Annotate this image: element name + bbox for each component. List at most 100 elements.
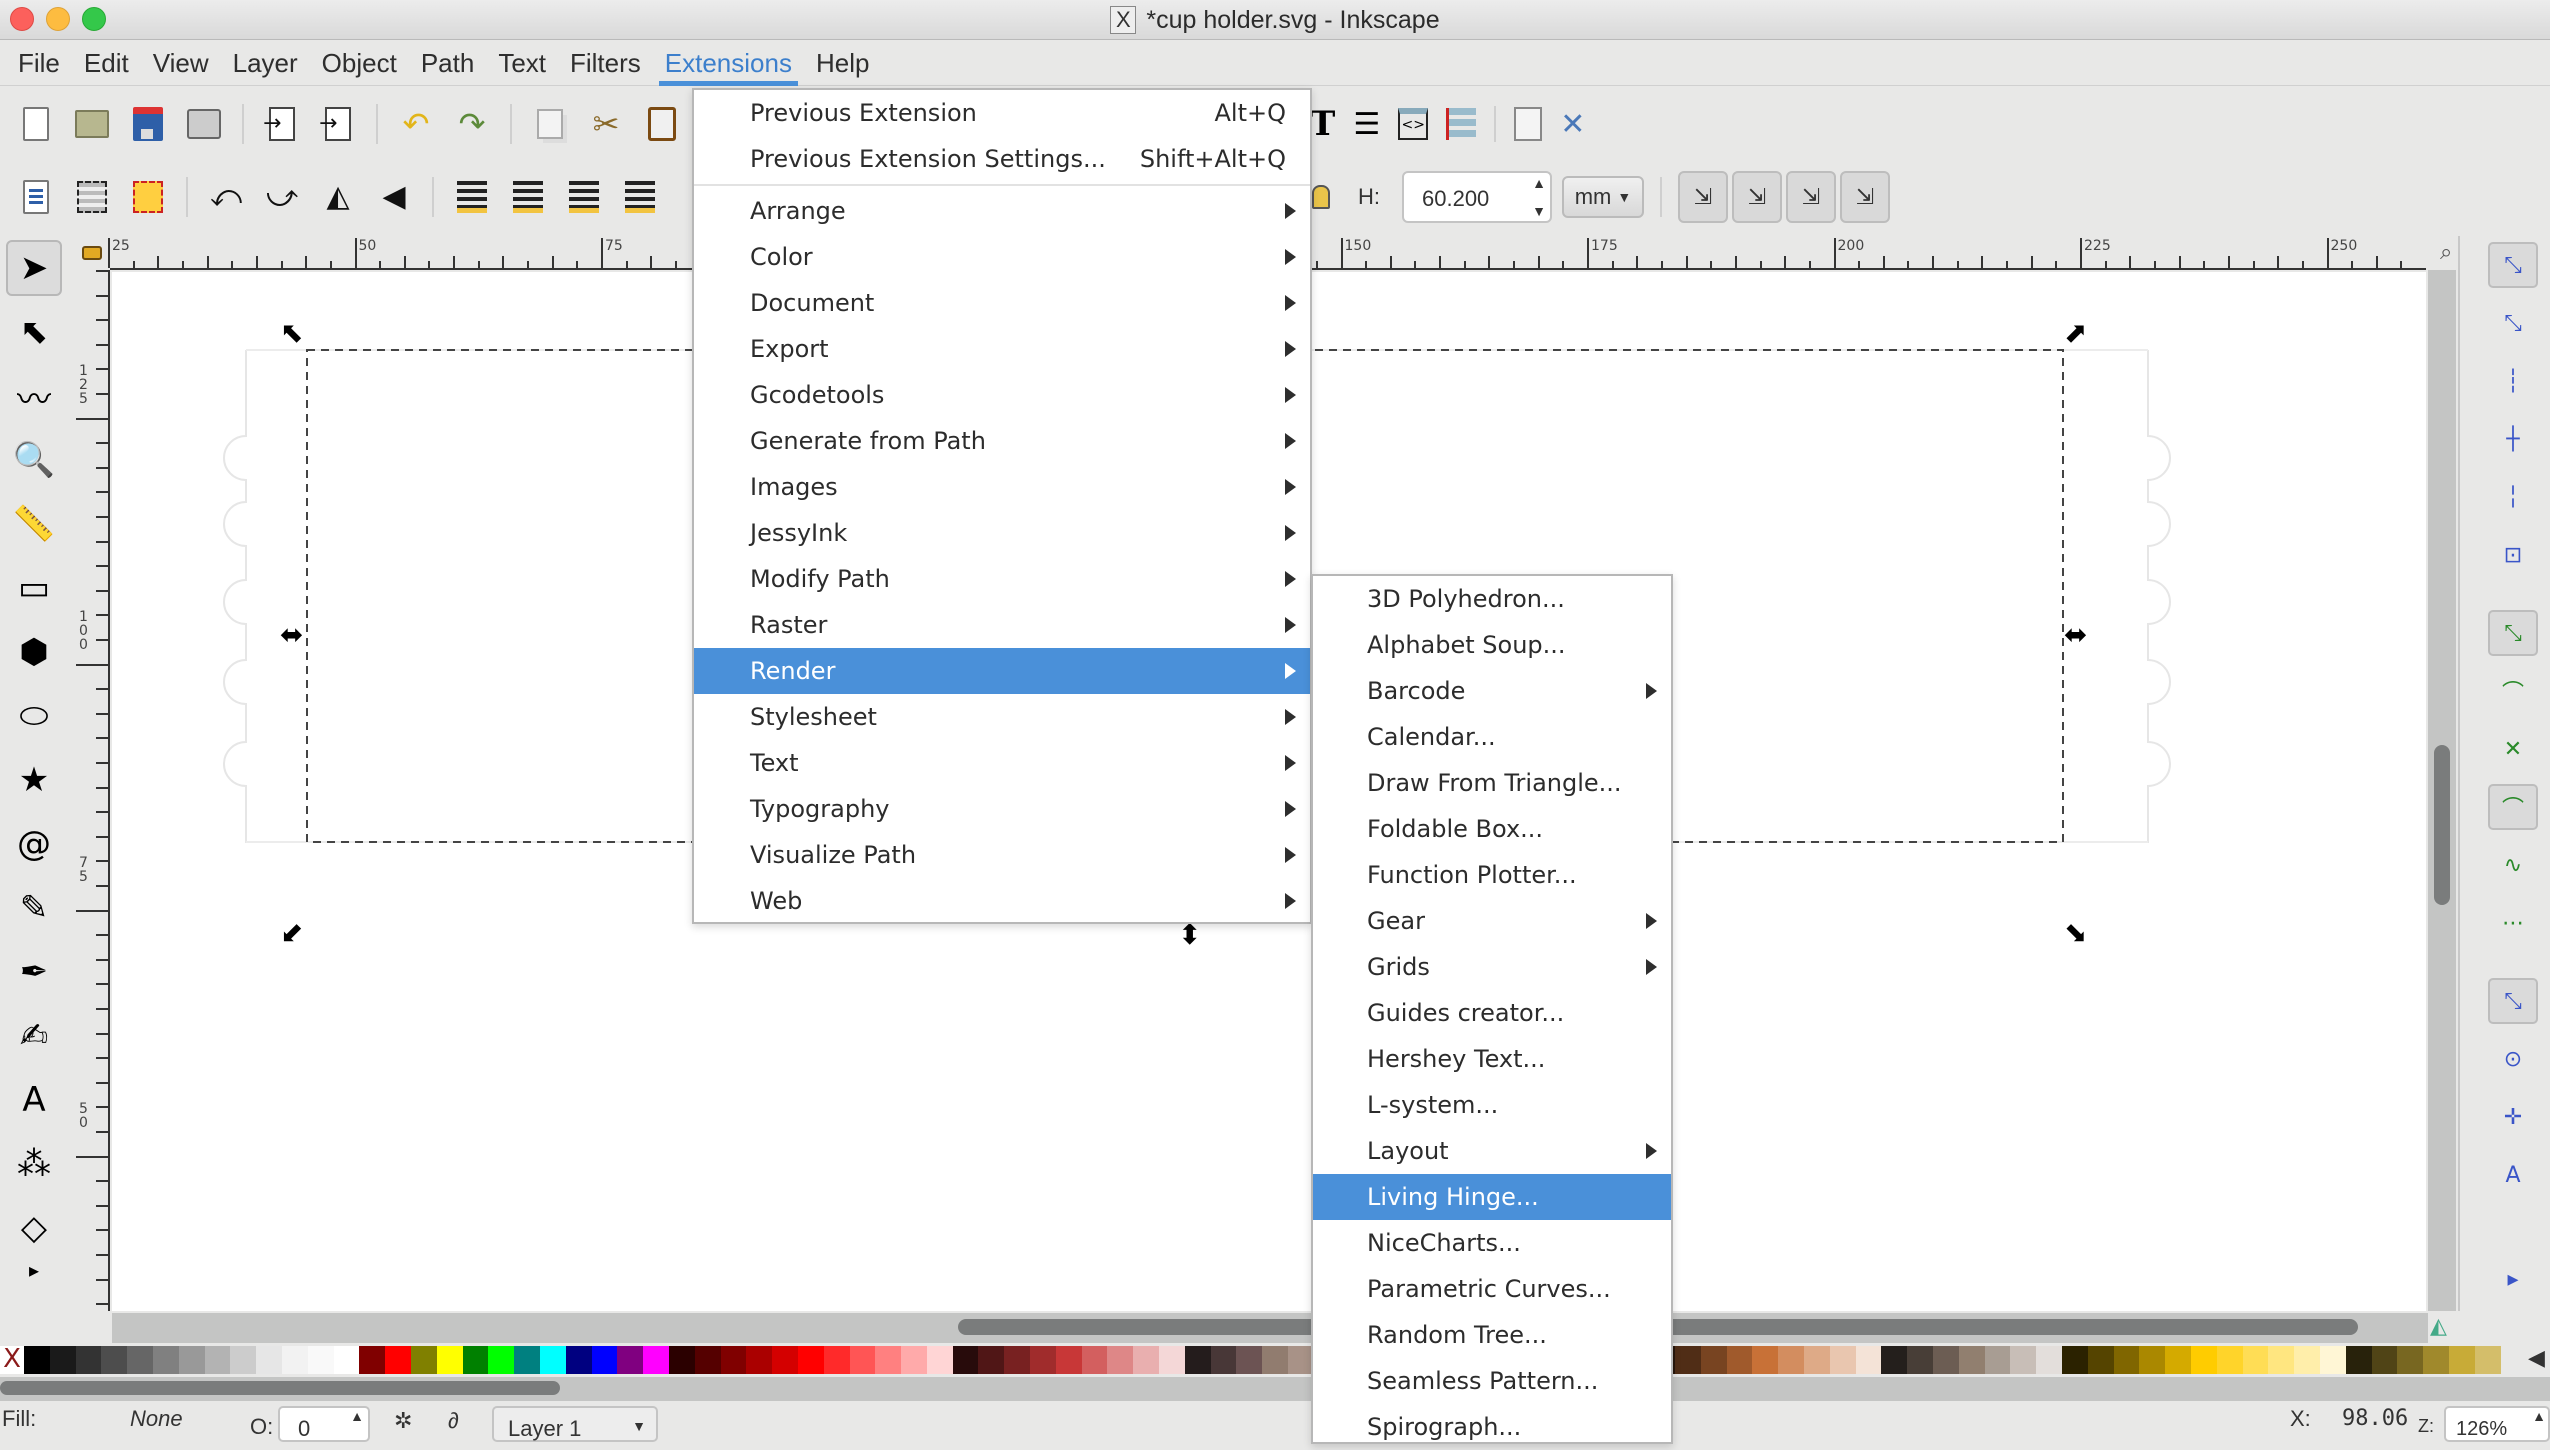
unit-select[interactable]: mm ▼ xyxy=(1562,176,1644,218)
color-swatch[interactable] xyxy=(565,1346,592,1374)
opacity-input[interactable]: 0 ▲ xyxy=(278,1406,370,1442)
color-swatch[interactable] xyxy=(1700,1346,1727,1374)
color-swatch[interactable] xyxy=(307,1346,334,1374)
flip-horizontal-icon[interactable]: ◭ xyxy=(314,173,362,221)
menu-object[interactable]: Object xyxy=(310,41,409,86)
snap-bbox-edge-icon[interactable]: ┆ xyxy=(2488,358,2538,404)
color-swatch[interactable] xyxy=(720,1346,747,1374)
color-swatch[interactable] xyxy=(1984,1346,2011,1374)
color-swatch[interactable] xyxy=(436,1346,463,1374)
color-swatch[interactable] xyxy=(1184,1346,1211,1374)
color-swatch[interactable] xyxy=(2242,1346,2269,1374)
snap-enable-icon[interactable]: ⤡ xyxy=(2488,242,2538,288)
color-swatch[interactable] xyxy=(127,1346,153,1374)
menu-path[interactable]: Path xyxy=(409,41,487,86)
color-swatch[interactable] xyxy=(2165,1346,2191,1374)
ellipse-tool-icon[interactable]: ⬭ xyxy=(6,688,62,744)
zoom-input[interactable]: 126% ▲ xyxy=(2444,1406,2550,1442)
color-swatch[interactable] xyxy=(178,1346,205,1374)
node-tool-icon[interactable]: ⬉ xyxy=(6,304,62,360)
tweak-tool-icon[interactable]: 〰 xyxy=(6,368,62,424)
color-swatch[interactable] xyxy=(926,1346,953,1374)
lock-proportions-icon[interactable] xyxy=(1312,185,1330,209)
text-tool-icon[interactable]: T xyxy=(1310,104,1335,144)
export-icon[interactable] xyxy=(314,100,362,148)
menu-item-raster[interactable]: Raster xyxy=(694,602,1310,648)
menu-item-function-plotter[interactable]: Function Plotter... xyxy=(1313,852,1671,898)
color-management-icon[interactable]: ◭ xyxy=(2430,1314,2447,1339)
color-swatch[interactable] xyxy=(1081,1346,1108,1374)
horizontal-scrollbar[interactable] xyxy=(112,1313,2428,1343)
xml-editor-icon[interactable]: <> xyxy=(1398,108,1429,140)
import-icon[interactable] xyxy=(258,100,306,148)
scale-handle-e[interactable]: ⬌ xyxy=(2064,618,2087,651)
menu-item-images[interactable]: Images xyxy=(694,464,1310,510)
scale-handle-ne[interactable]: ⬈ xyxy=(2064,316,2087,349)
menu-item-web[interactable]: Web xyxy=(694,878,1310,924)
menu-item-living-hinge[interactable]: Living Hinge... xyxy=(1313,1174,1671,1220)
lower-to-bottom-icon[interactable] xyxy=(448,173,496,221)
color-swatch[interactable] xyxy=(1004,1346,1031,1374)
menu-item-render[interactable]: Render xyxy=(694,648,1310,694)
color-swatch[interactable] xyxy=(2474,1346,2501,1374)
print-icon[interactable] xyxy=(180,100,228,148)
color-swatch[interactable] xyxy=(1726,1346,1753,1374)
deselect-icon[interactable] xyxy=(124,173,172,221)
increment-icon[interactable]: ▲ xyxy=(2532,1408,2546,1424)
color-swatch[interactable] xyxy=(1958,1346,1985,1374)
layer-select[interactable]: Layer 1 ▼ xyxy=(492,1406,658,1442)
menu-layer[interactable]: Layer xyxy=(221,41,310,86)
color-swatch[interactable] xyxy=(1829,1346,1856,1374)
scale-corners-icon[interactable]: ⇲ xyxy=(1732,171,1782,223)
vertical-ruler[interactable]: 125 100 75 50 xyxy=(75,270,110,1311)
color-swatch[interactable] xyxy=(2087,1346,2114,1374)
menu-item-parametric-curves[interactable]: Parametric Curves... xyxy=(1313,1266,1671,1312)
menu-item-arrange[interactable]: Arrange xyxy=(694,188,1310,234)
color-swatch[interactable] xyxy=(952,1346,979,1374)
star-tool-icon[interactable]: ★ xyxy=(6,752,62,808)
increment-icon[interactable]: ▲ xyxy=(350,1408,364,1424)
menu-item-typography[interactable]: Typography xyxy=(694,786,1310,832)
layers-icon[interactable]: ☰ xyxy=(1353,107,1380,142)
color-swatch[interactable] xyxy=(1210,1346,1237,1374)
menu-item-grids[interactable]: Grids xyxy=(1313,944,1671,990)
menu-item-generate-from-path[interactable]: Generate from Path xyxy=(694,418,1310,464)
color-swatch[interactable] xyxy=(591,1346,618,1374)
scale-handle-w[interactable]: ⬌ xyxy=(280,618,303,651)
vertical-scrollbar-thumb[interactable] xyxy=(2434,745,2450,905)
menu-item-gear[interactable]: Gear xyxy=(1313,898,1671,944)
color-swatch[interactable] xyxy=(514,1346,540,1374)
menu-item-color[interactable]: Color xyxy=(694,234,1310,280)
menu-item-layout[interactable]: Layout xyxy=(1313,1128,1671,1174)
color-swatch[interactable] xyxy=(204,1346,231,1374)
color-swatch[interactable] xyxy=(1236,1346,1263,1374)
menu-item-seamless-pattern[interactable]: Seamless Pattern... xyxy=(1313,1358,1671,1404)
color-swatch[interactable] xyxy=(849,1346,876,1374)
menu-item-alphabet-soup[interactable]: Alphabet Soup... xyxy=(1313,622,1671,668)
palette-scrollbar[interactable] xyxy=(0,1377,2550,1401)
document-properties-icon[interactable] xyxy=(1514,107,1543,141)
pen-tool-icon[interactable]: ✒ xyxy=(6,944,62,1000)
color-swatch[interactable] xyxy=(797,1346,824,1374)
menu-item-barcode[interactable]: Barcode xyxy=(1313,668,1671,714)
color-swatch[interactable] xyxy=(230,1346,257,1374)
menu-item-stylesheet[interactable]: Stylesheet xyxy=(694,694,1310,740)
color-swatch[interactable] xyxy=(1133,1346,1160,1374)
menu-item-text[interactable]: Text xyxy=(694,740,1310,786)
menu-item-random-tree[interactable]: Random Tree... xyxy=(1313,1312,1671,1358)
fill-value[interactable]: None xyxy=(130,1406,183,1432)
snap-bbox-corner-icon[interactable]: ┼ xyxy=(2488,416,2538,462)
raise-icon[interactable] xyxy=(560,173,608,221)
no-paint-swatch[interactable]: X xyxy=(0,1346,24,1374)
color-swatch[interactable] xyxy=(1778,1346,1804,1374)
menu-item-previous-extension-settings[interactable]: Previous Extension Settings... Shift+Alt+… xyxy=(694,136,1310,182)
color-swatch[interactable] xyxy=(2036,1346,2062,1374)
layer-visibility-icon[interactable]: ✲ xyxy=(394,1408,412,1434)
transform-patterns-icon[interactable]: ⇲ xyxy=(1840,171,1890,223)
color-swatch[interactable] xyxy=(2139,1346,2166,1374)
height-input[interactable]: 60.200 ▲ ▼ xyxy=(1402,171,1552,223)
select-all-icon[interactable] xyxy=(12,173,60,221)
menu-extensions[interactable]: Extensions xyxy=(653,41,804,86)
save-icon[interactable] xyxy=(124,100,172,148)
color-swatch[interactable] xyxy=(643,1346,669,1374)
